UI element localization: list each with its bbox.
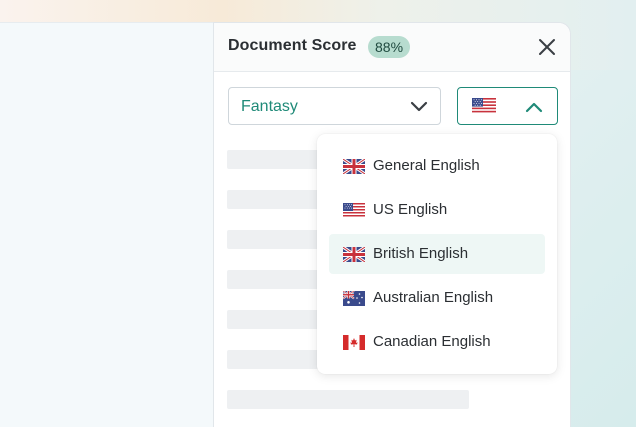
language-option-general-english[interactable]: General English <box>329 146 545 186</box>
language-select[interactable] <box>457 87 558 125</box>
language-option-label: General English <box>373 157 480 174</box>
chevron-up-icon <box>525 102 543 113</box>
close-icon <box>539 39 555 55</box>
skeleton-line <box>227 190 327 209</box>
us-flag-icon <box>343 203 365 218</box>
chevron-down-icon <box>410 101 428 112</box>
language-option-label: US English <box>373 201 448 218</box>
us-flag-icon <box>472 98 496 114</box>
genre-value: Fantasy <box>241 98 298 115</box>
skeleton-line <box>227 310 327 329</box>
genre-select[interactable]: Fantasy <box>228 87 441 125</box>
language-option-label: Australian English <box>373 289 494 306</box>
language-option-label: Canadian English <box>373 333 491 350</box>
skeleton-line <box>227 150 327 169</box>
language-option-us-english[interactable]: US English <box>329 190 545 230</box>
panel-title: Document Score <box>228 37 357 54</box>
skeleton-line <box>227 390 469 409</box>
panel-header: Document Score 88% <box>214 23 570 72</box>
language-option-canadian-english[interactable]: Canadian English <box>329 322 545 362</box>
uk-flag-icon <box>343 247 365 262</box>
language-dropdown-menu: General English US English British Engli… <box>317 134 557 374</box>
score-badge: 88% <box>368 36 411 58</box>
language-option-british-english[interactable]: British English <box>329 234 545 274</box>
australia-flag-icon <box>343 291 365 306</box>
canada-flag-icon <box>343 335 365 350</box>
language-option-australian-english[interactable]: Australian English <box>329 278 545 318</box>
skeleton-line <box>227 270 327 289</box>
close-button[interactable] <box>536 36 558 58</box>
skeleton-line <box>227 230 327 249</box>
language-option-label: British English <box>373 245 469 262</box>
document-area <box>0 22 213 427</box>
uk-flag-icon <box>343 159 365 174</box>
skeleton-line <box>227 350 327 369</box>
